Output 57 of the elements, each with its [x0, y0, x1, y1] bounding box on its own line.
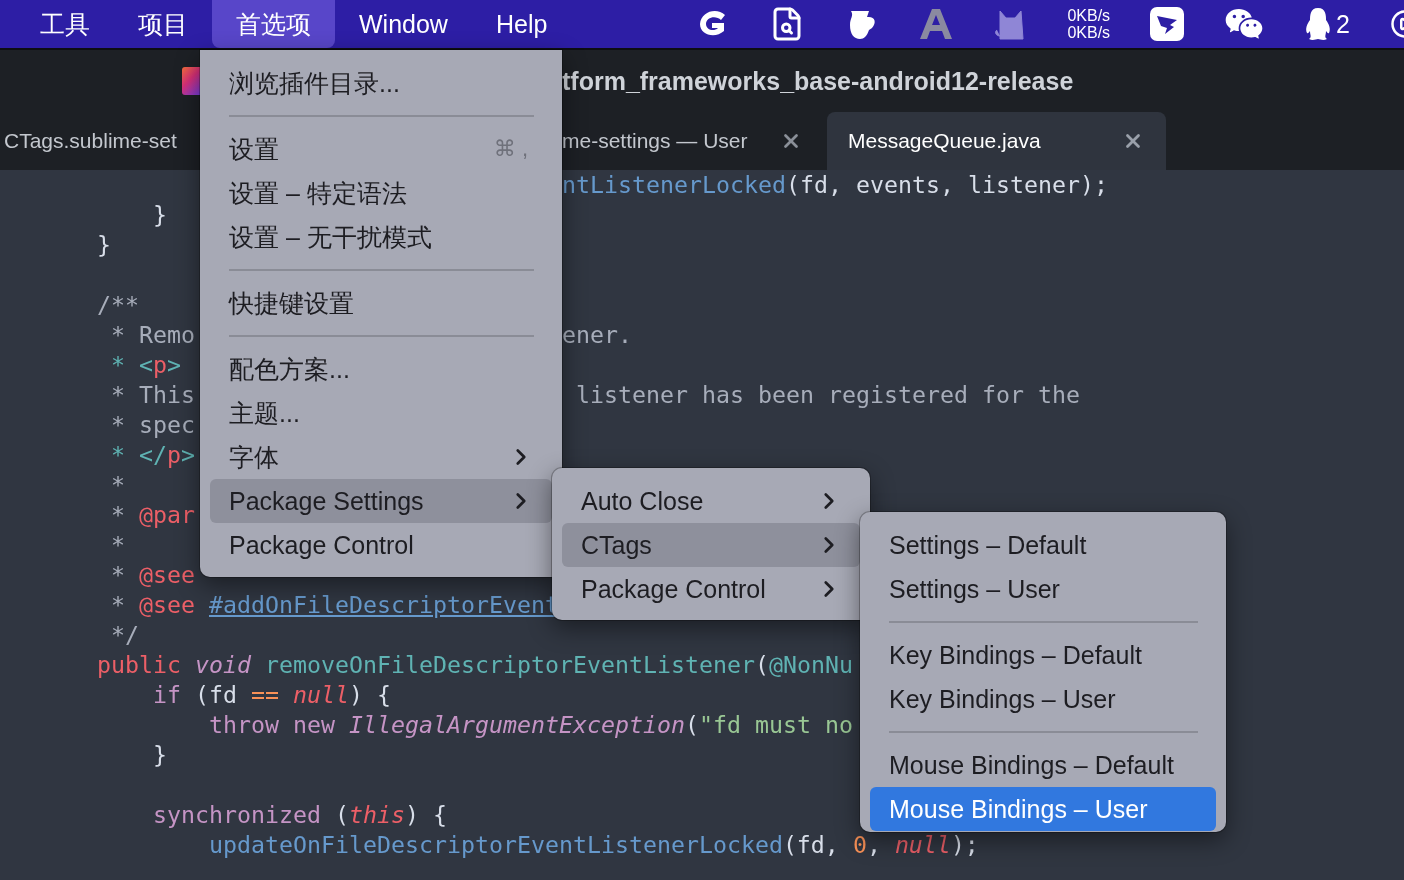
code-text: throw new IllegalArgumentException("fd must no	[208, 710, 853, 740]
menu-item[interactable]: 设置 ⌘ ,	[210, 127, 552, 171]
code-text: }	[97, 230, 111, 260]
menu-item[interactable]: Key Bindings – User	[870, 677, 1216, 721]
code-text: *	[111, 530, 125, 560]
menu-item[interactable]: 字体	[210, 435, 552, 479]
code-text: * @par	[111, 500, 195, 530]
editor-tab[interactable]: CTags.sublime-set	[0, 112, 200, 170]
code-text: ntListenerLocked(fd, events, listener);	[562, 170, 1108, 200]
menu-item[interactable]: Package Control	[210, 523, 552, 567]
menu-item[interactable]: Package Settings	[210, 479, 552, 523]
menu-item[interactable]: Mouse Bindings – User	[870, 787, 1216, 831]
code-text: * </p>	[111, 440, 195, 470]
net-speed-text: 0KB/s	[1067, 24, 1111, 41]
code-text: if (fd == null) {	[152, 680, 391, 710]
app-icon	[182, 67, 200, 95]
code-text: * @see	[111, 560, 195, 590]
menu-item[interactable]: Auto Close	[562, 479, 860, 523]
penguin-icon[interactable]	[1304, 7, 1333, 41]
menu-item[interactable]: Settings – Default	[870, 523, 1216, 567]
menu-item[interactable]: CTags	[562, 523, 860, 567]
code-text: */	[111, 620, 139, 650]
code-text: public void removeOnFileDescriptorEventListener(@NonNu	[97, 650, 853, 680]
code-text: *	[111, 470, 125, 500]
notification-count: 2	[1336, 9, 1350, 39]
code-text: listener has been registered for the	[576, 380, 1080, 410]
editor-tab[interactable]: MessageQueue.java	[827, 112, 1166, 170]
menu-item[interactable]: Key Bindings – Default	[870, 633, 1216, 677]
menu-item[interactable]: 主题...	[210, 391, 552, 435]
menu-item[interactable]: 配色方案...	[210, 347, 552, 391]
editor-tab[interactable]: me-settings — User	[562, 112, 824, 170]
menu-item[interactable]: 浏览插件目录...	[210, 61, 552, 105]
menu-bar-item[interactable]: 工具	[16, 0, 114, 48]
window-title: tform_frameworks_base-android12-release	[562, 66, 1074, 96]
code-text: updateOnFileDescriptorEventListenerLocked(fd, 0, null);	[208, 830, 979, 860]
code-text: ener.	[562, 320, 632, 350]
code-text: synchronized (this) {	[152, 800, 447, 830]
menu-bar-item[interactable]: Help	[471, 0, 572, 48]
code-text: * This	[111, 380, 195, 410]
menu-item[interactable]: Package Control	[562, 567, 860, 611]
menu-item[interactable]: Mouse Bindings – Default	[870, 743, 1216, 787]
code-text: /**	[97, 290, 139, 320]
menu-bar-item[interactable]: 首选项	[212, 0, 335, 48]
menu-item[interactable]: 快捷键设置	[210, 281, 552, 325]
menu-bar-item[interactable]: Window	[335, 0, 472, 48]
menu-item[interactable]: 设置 – 特定语法	[210, 171, 552, 215]
menu-bar-item[interactable]: 项目	[114, 0, 212, 48]
menu-item[interactable]: 设置 – 无干扰模式	[210, 215, 552, 259]
bird-app-icon[interactable]	[1150, 7, 1185, 41]
code-text: }	[152, 200, 167, 230]
net-speed-text: 0KB/s	[1067, 7, 1111, 24]
code-text: * Remo	[111, 320, 195, 350]
code-text: * spec	[111, 410, 195, 440]
code-text: * <p>	[111, 350, 181, 380]
menu-item[interactable]: Settings – User	[870, 567, 1216, 611]
code-text: }	[152, 740, 167, 770]
shortcut-text: ⌘ ,	[493, 136, 528, 162]
